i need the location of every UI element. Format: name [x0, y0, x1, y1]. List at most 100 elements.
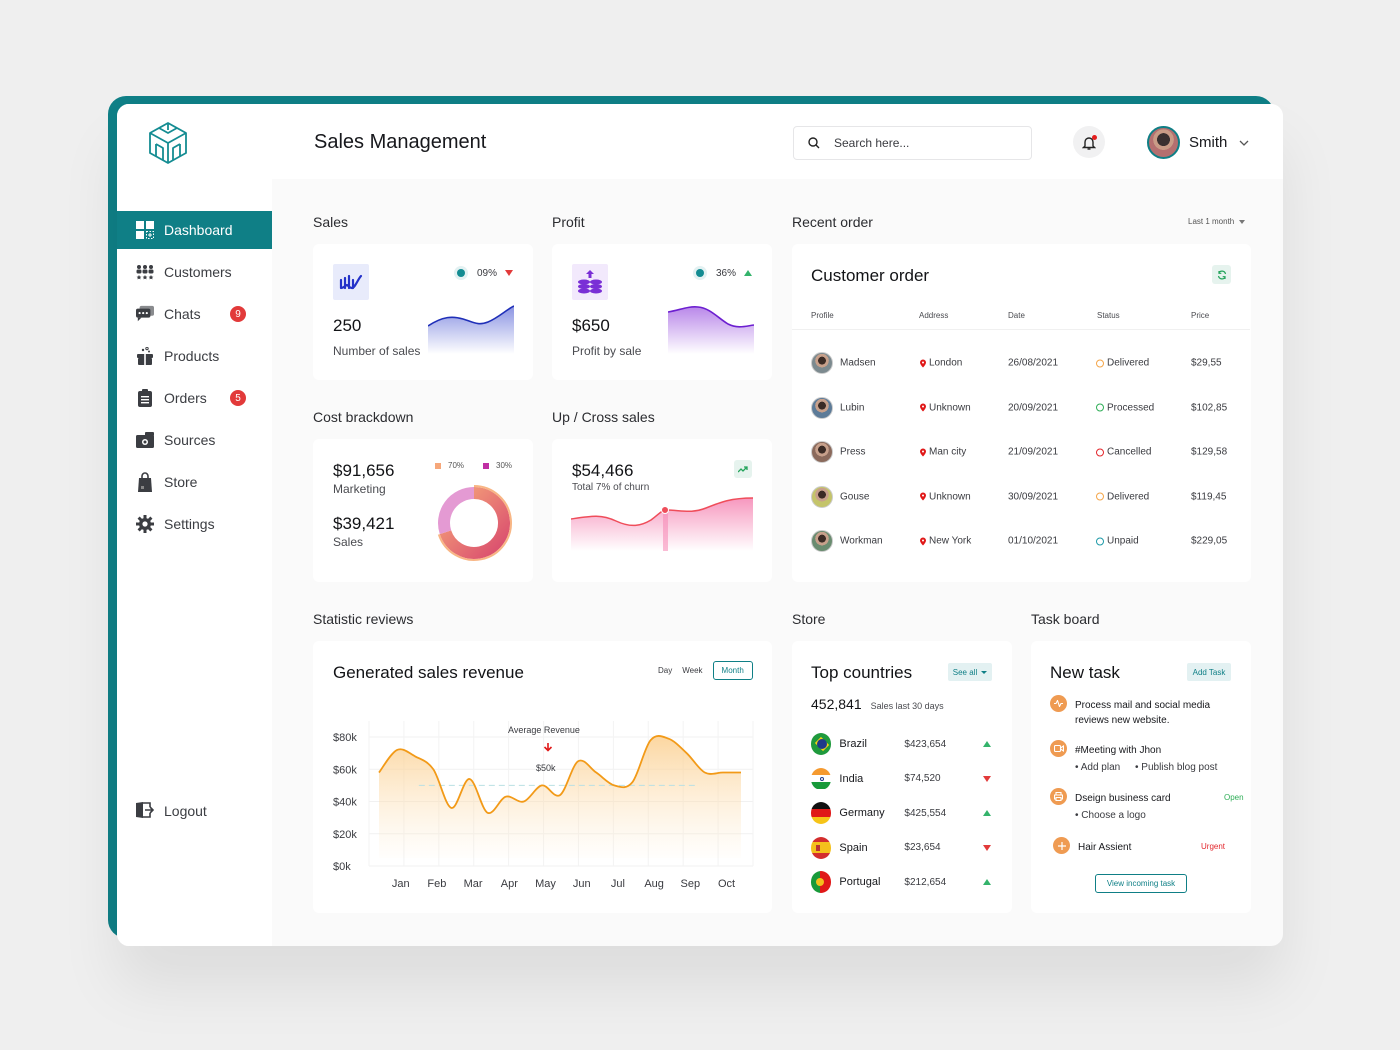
processed-status-icon — [1096, 403, 1104, 412]
sales-label: Number of sales — [333, 344, 421, 358]
task-title: #Meeting with Jhon — [1075, 745, 1162, 756]
trend-button[interactable] — [734, 460, 752, 478]
country-row[interactable]: Spain $23,654 — [811, 836, 991, 860]
new-task-title: New task — [1050, 663, 1120, 682]
order-row[interactable]: Gouse Unknown 30/09/2021 Delivered $119,45 — [792, 475, 1250, 519]
sidebar-item-chats[interactable]: Chats 9 — [117, 295, 272, 333]
sidebar-item-label: Orders — [164, 390, 207, 406]
caret-down-icon — [981, 670, 988, 674]
profit-section-label: Profit — [552, 214, 585, 230]
sidebar-item-dashboard[interactable]: Dashboard — [117, 211, 272, 249]
order-date: 26/08/2021 — [1008, 357, 1059, 369]
task-subitem: • Choose a logo — [1075, 810, 1146, 821]
task-board-card: New task Add Task Process mail and socia… — [1031, 641, 1251, 913]
refresh-button[interactable] — [1212, 265, 1231, 284]
sidebar-item-label: Store — [164, 474, 198, 490]
location-pin-icon — [920, 359, 926, 367]
search-input[interactable]: Search here... — [793, 126, 1032, 160]
profit-card: 36% $650 Profit by sale — [552, 244, 772, 380]
trending-up-icon — [738, 465, 748, 472]
orders-icon — [136, 389, 154, 407]
customer-avatar — [811, 485, 833, 508]
location-pin-icon — [920, 448, 926, 456]
profit-value: $650 — [572, 316, 610, 335]
location-pin-icon — [920, 537, 926, 545]
close-circle-icon — [693, 266, 707, 280]
country-row[interactable]: Germany $425,554 — [811, 801, 991, 825]
sidebar-item-products[interactable]: Products — [117, 337, 272, 375]
task-board-section-label: Task board — [1031, 611, 1100, 627]
location-pin-icon — [920, 403, 926, 412]
order-price: $119,45 — [1191, 491, 1227, 502]
period-filter-dropdown[interactable]: Last 1 month — [1188, 217, 1246, 226]
task-status-open: Open — [1224, 793, 1244, 802]
chevron-down-icon — [1239, 140, 1249, 146]
arrow-down-icon — [543, 743, 553, 752]
sales-value: 250 — [333, 316, 362, 335]
sidebar-item-sources[interactable]: Sources — [117, 421, 272, 459]
range-day-button[interactable]: Day — [658, 666, 672, 675]
x-tick-label: Apr — [501, 878, 518, 890]
top-countries-title: Top countries — [811, 663, 913, 682]
profit-change-value: 36% — [716, 267, 737, 279]
order-row[interactable]: Workman New York 01/10/2021 Unpaid $229,05 — [792, 519, 1250, 563]
task-title: Dseign business card — [1075, 793, 1171, 804]
trend-up-icon — [983, 741, 991, 747]
recent-order-section-label: Recent order — [792, 214, 873, 230]
y-tick-label: $40k — [333, 797, 357, 809]
order-row[interactable]: Press Man city 21/09/2021 Cancelled $129,58 — [792, 430, 1250, 474]
customer-order-card: Customer order Profile Address Date Stat… — [792, 244, 1251, 582]
country-sales: $212,654 — [904, 876, 947, 888]
trend-up-icon — [983, 810, 991, 816]
portugal-flag-icon — [811, 871, 832, 893]
country-sales: $23,654 — [904, 842, 941, 853]
y-tick-label: $80k — [333, 732, 357, 744]
store-icon — [136, 472, 154, 492]
brazil-flag-icon — [811, 733, 832, 755]
task-item[interactable]: #Meeting with Jhon • Add plan • Publish … — [1050, 740, 1230, 774]
orders-count-badge: 5 — [230, 390, 246, 406]
sidebar-item-settings[interactable]: Settings — [117, 505, 272, 543]
cross-sales-sparkline — [571, 497, 753, 551]
country-row[interactable]: India $74,520 — [811, 767, 991, 791]
country-row[interactable]: Portugal $212,654 — [811, 870, 991, 894]
order-row[interactable]: Madsen London 26/08/2021 Delivered $29,55 — [792, 341, 1250, 385]
user-menu[interactable]: Smith — [1147, 126, 1249, 159]
cross-sales-value: $54,466 — [572, 461, 634, 480]
task-item[interactable]: Dseign business card Open • Choose a log… — [1050, 788, 1244, 822]
order-row[interactable]: Lubin Unknown 20/09/2021 Processed $102,85 — [792, 386, 1250, 430]
caret-down-icon — [1239, 219, 1246, 224]
column-header-date: Date — [1008, 311, 1025, 320]
range-week-button[interactable]: Week — [682, 666, 702, 675]
column-header-address: Address — [919, 311, 949, 320]
order-date: 20/09/2021 — [1008, 402, 1059, 413]
order-table-header: Profile Address Date Status Price — [792, 304, 1250, 330]
video-icon — [1050, 740, 1067, 757]
sales-chart-icon — [333, 264, 369, 300]
profit-sparkline — [668, 306, 754, 354]
see-all-dropdown[interactable]: See all — [948, 663, 992, 681]
sidebar-item-orders[interactable]: Orders 5 — [117, 379, 272, 417]
trend-up-icon — [744, 270, 753, 276]
revenue-title: Generated sales revenue — [333, 663, 524, 682]
cost-donut-chart — [437, 485, 512, 561]
marketing-value: $91,656 — [333, 461, 395, 480]
task-item[interactable]: Hair Assient Urgent — [1053, 837, 1233, 857]
country-row[interactable]: Brazil $423,654 — [811, 732, 991, 756]
view-incoming-task-button[interactable]: View incoming task — [1095, 874, 1187, 893]
sidebar-item-store[interactable]: Store — [117, 463, 272, 501]
order-price: $102,85 — [1191, 402, 1228, 413]
add-task-button[interactable]: Add Task — [1187, 663, 1231, 681]
logout-button[interactable]: Logout — [136, 802, 207, 820]
unpaid-status-icon — [1096, 537, 1104, 545]
cost-breakdown-card: $91,656 Marketing $39,421 Sales 70% 30% — [313, 439, 533, 582]
profit-change: 36% — [693, 266, 753, 280]
column-header-price: Price — [1191, 311, 1210, 320]
chats-icon — [136, 305, 154, 323]
logo-icon — [149, 122, 187, 164]
range-month-button[interactable]: Month — [712, 661, 753, 680]
notifications-button[interactable] — [1073, 126, 1105, 158]
sidebar-item-customers[interactable]: Customers — [117, 253, 272, 291]
average-revenue-label: Average Revenue — [508, 725, 580, 735]
task-item[interactable]: Process mail and social media reviews ne… — [1050, 695, 1230, 729]
